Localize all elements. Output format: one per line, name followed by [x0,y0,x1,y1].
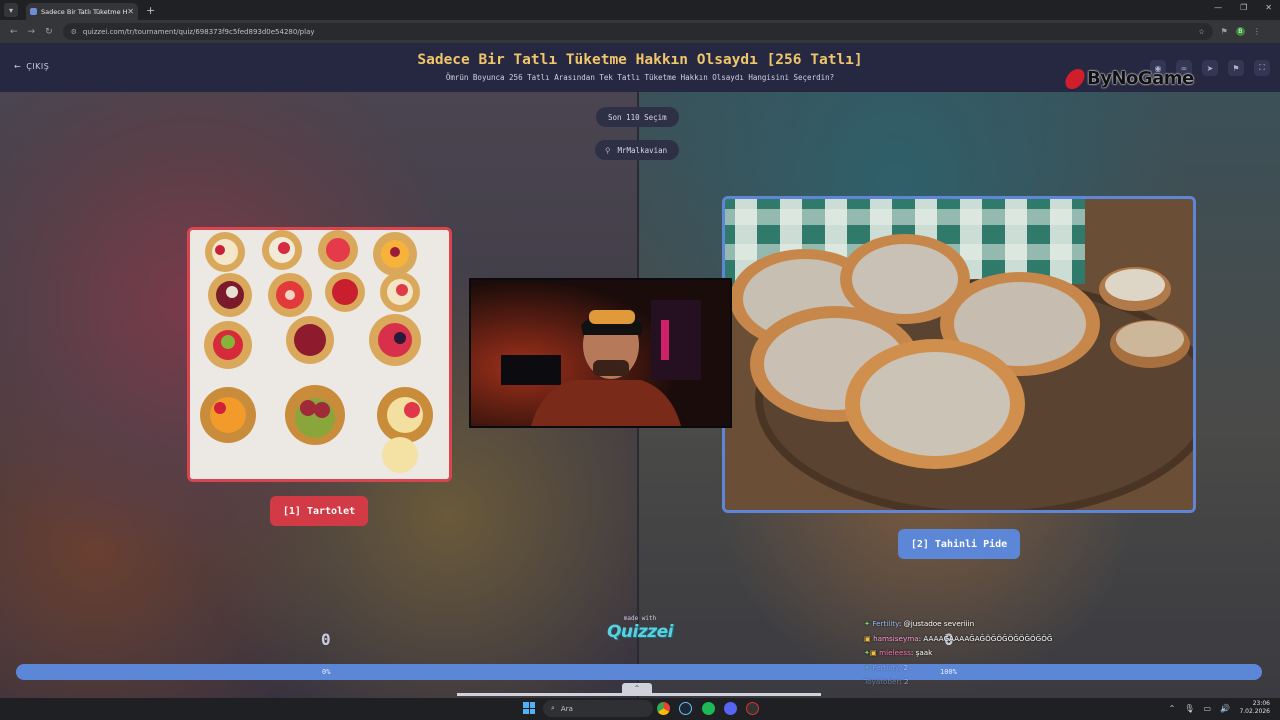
discord-icon[interactable] [724,702,737,715]
search-icon: ⌕ [551,704,555,712]
tab-list-icon[interactable]: ▾ [4,3,18,17]
choice-card-left[interactable] [187,227,452,482]
choice-card-right[interactable] [722,196,1196,513]
score-left: 0 [321,630,331,649]
windows-start-icon[interactable] [523,702,535,714]
choice-label-right: [2] Tahinli Pide [910,538,1008,550]
chrome-icon[interactable] [657,702,670,715]
taskbar-clock[interactable]: 23:06 7.02.2026 [1239,700,1270,716]
menu-icon[interactable]: ⋮ [1253,27,1261,36]
window-controls: — ❐ ✕ [1214,3,1272,12]
fullscreen-icon[interactable]: ⛶ [1254,60,1270,76]
watermark-text: ByNoGame [1087,68,1194,89]
user-icon: ⚲ [605,145,611,155]
tab-title: Sadece Bir Tatlı Tüketme Hakkı [41,7,128,16]
forward-icon[interactable]: → [28,27,36,37]
bookmark-star-icon[interactable]: ☆ [1198,28,1204,36]
tahinli-pide-image [725,199,1193,510]
user-name: MrMalkavian [617,145,668,155]
bynogame-watermark: ByNoGame [1062,68,1194,89]
streamer-webcam-image [471,280,730,426]
choice-label-left: [1] Tartolet [282,505,356,517]
chat-username: hamsiseyma [873,633,919,643]
volume-icon[interactable]: 🔊 [1220,704,1230,713]
url-field[interactable]: ⚙ quizzei.com/tr/tournament/quiz/698373f… [62,23,1213,40]
network-icon[interactable]: ▭ [1203,704,1211,713]
chevron-up-icon[interactable]: ⌃ [622,683,652,695]
browser-tab-bar: ▾ Sadece Bir Tatlı Tüketme Hakkı ✕ + — ❐… [0,0,1280,20]
steam-icon[interactable] [679,702,692,715]
taskbar-search[interactable]: ⌕ Ara [543,700,653,717]
site-info-icon[interactable]: ⚙ [71,28,77,36]
made-with-badge[interactable]: made with Quizzei [605,615,675,642]
browser-tab[interactable]: Sadece Bir Tatlı Tüketme Hakkı ✕ [26,3,138,20]
last-choices-pill[interactable]: Son 110 Seçim [596,107,679,127]
chat-message: ▣ hamsiseyma: AAAAĞAAAAĞAĞÖĞÖĞÖĞÖĞÖĞÖĞ [864,632,1052,647]
chat-username: Toyatober [864,677,900,686]
search-placeholder: Ara [560,704,573,713]
chat-text: : @justadoe severiiin [898,619,975,628]
flag-icon[interactable]: ⚑ [1228,60,1244,76]
chat-message: ✦ Fertility: 2 [864,661,1052,676]
back-icon[interactable]: ← [10,27,18,37]
obs-icon[interactable] [746,702,759,715]
bynogame-logo-icon [1062,68,1088,89]
spotify-icon[interactable] [702,702,715,715]
restore-icon[interactable]: ❐ [1240,3,1247,12]
stream-chat-overlay: ✦ Fertility: @justadoe severiiin ▣ hamsi… [864,617,1052,690]
percent-left: 0% [322,668,331,676]
address-bar: ← → ↻ ⚙ quizzei.com/tr/tournament/quiz/6… [0,20,1280,43]
chat-message: ✦▣ mieleess: şaak [864,646,1052,661]
microphone-icon[interactable]: 🎙 [1184,704,1194,713]
clock-time: 23:06 [1252,700,1270,707]
user-pill: ⚲ MrMalkavian [595,140,680,160]
badge-icon: ▣ [864,633,871,643]
chat-username: Fertility [872,662,899,672]
tartolet-image [190,230,449,479]
profile-avatar[interactable]: B [1235,27,1245,36]
chat-text: : şaak [910,648,933,657]
quizzei-logo: Quizzei [606,622,674,642]
extensions-icon[interactable]: ⚑ [1221,27,1228,36]
quiz-page: ← ÇIKIŞ Sadece Bir Tatlı Tüketme Hakkın … [0,43,1280,698]
clock-date: 7.02.2026 [1239,708,1270,715]
made-with-text: made with [623,615,657,622]
chat-text: : 2 [898,662,909,672]
last-choices-label: Son 110 Seçim [608,112,667,122]
chat-text: : 2 [899,677,909,686]
sparkle-icon: ✦ [864,619,871,628]
close-window-icon[interactable]: ✕ [1265,3,1272,12]
system-tray: ⌃ 🎙 ▭ 🔊 [1169,704,1230,713]
chat-username: Fertility [872,619,899,628]
share-icon[interactable]: ➤ [1202,60,1218,76]
tab-favicon-icon [30,8,37,15]
tab-close-icon[interactable]: ✕ [127,7,134,16]
tray-expand-icon[interactable]: ⌃ [1169,704,1176,713]
new-tab-icon[interactable]: + [146,4,155,17]
url-text: quizzei.com/tr/tournament/quiz/698373f9c… [82,27,315,36]
chat-message: ✦ Fertility: @justadoe severiiin [864,617,1052,632]
choice-button-left[interactable]: [1] Tartolet [270,496,368,526]
page-title: Sadece Bir Tatlı Tüketme Hakkın Olsaydı … [417,52,863,68]
chat-text: : AAAAĞAAAAĞAĞÖĞÖĞÖĞÖĞÖĞÖĞ [918,633,1053,643]
reload-icon[interactable]: ↻ [45,27,53,37]
sparkle-icon: ✦ [864,662,871,672]
minimize-icon[interactable]: — [1214,3,1222,12]
choice-button-right[interactable]: [2] Tahinli Pide [898,529,1020,559]
badge-icon: ▣ [870,648,877,657]
chat-username: mieleess [879,648,911,657]
vote-progress-bar [16,664,1262,680]
chat-message: Toyatober: 2 [864,675,1052,690]
webcam-overlay [469,278,732,428]
